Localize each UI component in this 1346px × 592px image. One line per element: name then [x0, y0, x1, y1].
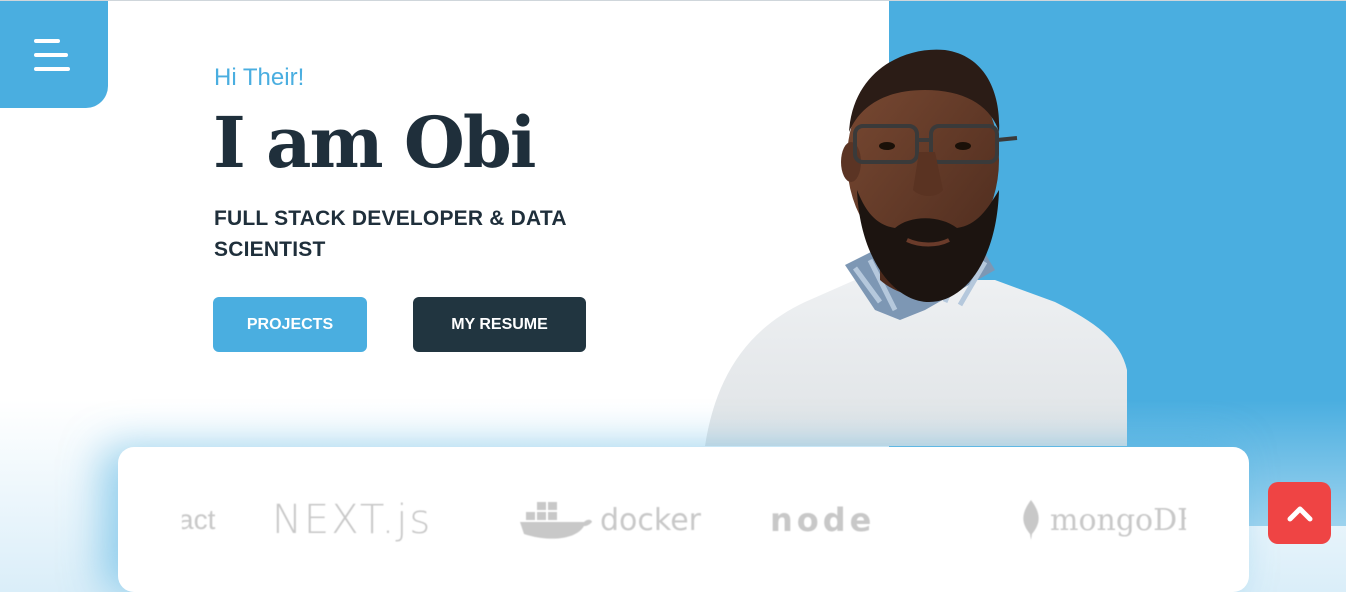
tech-logo-carousel: act NEXT.js docker node mongoDB: [182, 487, 1186, 553]
scroll-to-top-button[interactable]: [1268, 482, 1331, 544]
docker-whale-icon: [520, 502, 592, 539]
projects-button[interactable]: PROJECTS: [213, 297, 367, 352]
tech-stack-card: act NEXT.js docker node mongoDB: [118, 447, 1249, 592]
hamburger-icon: [34, 37, 74, 73]
hero-headline: I am Obi: [213, 101, 536, 184]
mongodb-logo: mongoDB: [1020, 487, 1186, 553]
hero-greeting: Hi Their!: [214, 64, 305, 91]
mongodb-leaf-icon: [1023, 500, 1039, 540]
menu-button[interactable]: [0, 1, 108, 108]
chevron-up-icon: [1287, 506, 1312, 522]
react-logo: act: [182, 504, 216, 535]
nextjs-logo: NEXT.js: [272, 497, 433, 543]
nodejs-logo: node: [770, 501, 876, 539]
docker-logo: docker: [518, 487, 701, 553]
mongodb-label: mongoDB: [1050, 502, 1186, 538]
profile-photo: [705, 49, 1127, 446]
docker-label: docker: [600, 502, 701, 538]
hero-role: FULL STACK DEVELOPER & DATA SCIENTIST: [214, 207, 566, 261]
page: Hi Their! I am Obi FULL STACK DEVELOPER …: [0, 0, 1346, 592]
resume-button[interactable]: MY RESUME: [413, 297, 586, 352]
